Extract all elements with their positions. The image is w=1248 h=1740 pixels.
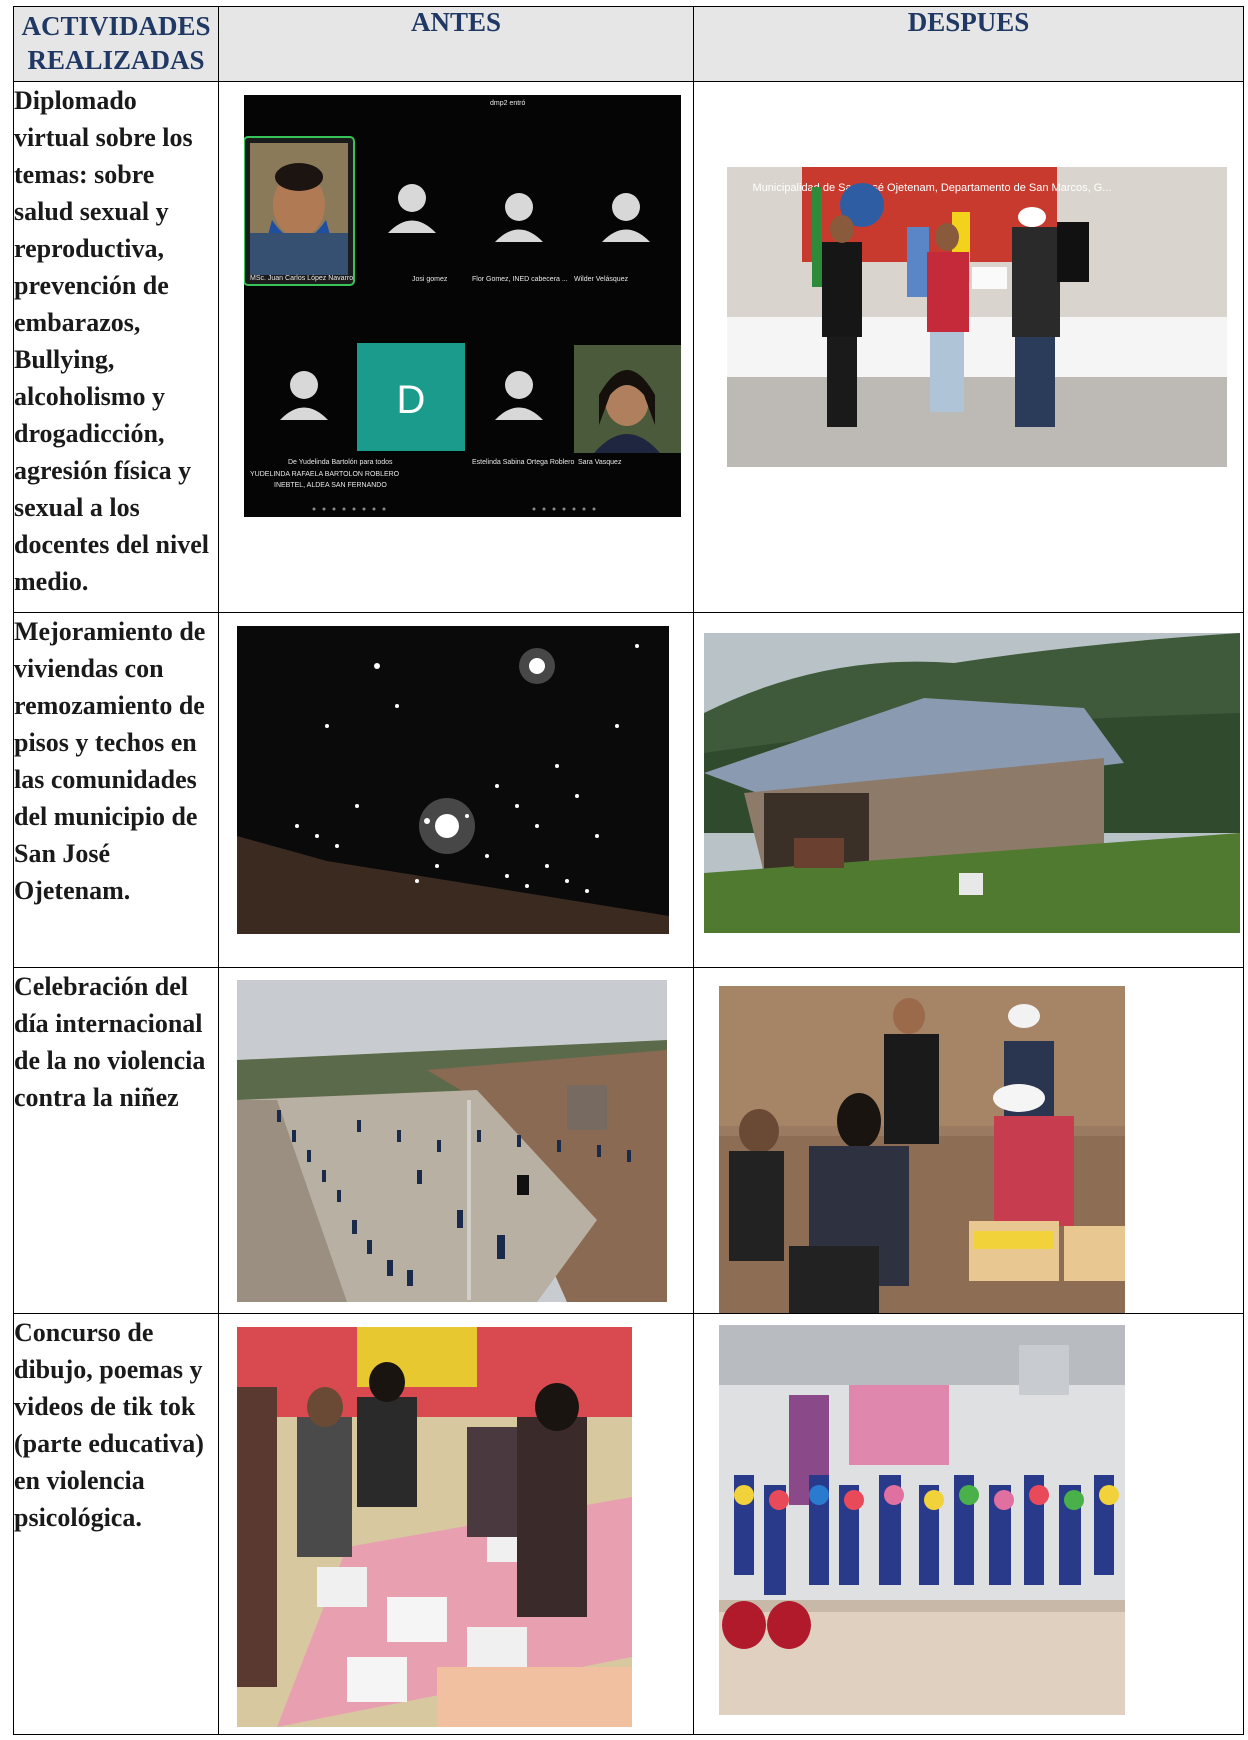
stage-event-photo <box>719 1325 1125 1715</box>
activity-cell: Concurso de dibujo, poemas y videos de t… <box>13 1313 219 1735</box>
drawing-contest-photo <box>237 1327 632 1727</box>
table-row: Celebración del día internacional de la … <box>13 967 1244 1314</box>
after-cell <box>693 1313 1244 1735</box>
participant-label: Flor Gomez, INED cabecera ... <box>472 276 568 283</box>
header-row: ACTIVIDADES REALIZADAS ANTES DESPUES <box>13 6 1244 82</box>
header-before: ANTES <box>218 6 694 82</box>
table-row: Mejoramiento de viviendas con remozamien… <box>13 612 1244 968</box>
banner-text: Municipalidad de San José Ojetenam, Depa… <box>753 182 1112 194</box>
participant-label: Sara Vasquez <box>578 459 622 466</box>
after-cell: Municipalidad de San José Ojetenam, Depa… <box>693 81 1244 613</box>
video-call-screenshot: MSc. Juan Carlos López Navarro Josi gome… <box>244 95 681 517</box>
activity-cell: Mejoramiento de viviendas con remozamien… <box>13 612 219 968</box>
participant-label: Estelinda Sabina Ortega Roblero <box>472 459 574 466</box>
participant-label: MSc. Juan Carlos López Navarro <box>250 275 353 282</box>
table-row: Concurso de dibujo, poemas y videos de t… <box>13 1313 1244 1735</box>
before-cell <box>218 1313 694 1735</box>
chat-message: YUDELINDA RAFAELA BARTOLON ROBLERO <box>250 471 400 478</box>
activity-cell: Diplomado virtual sobre los temas: sobre… <box>13 81 219 613</box>
before-cell: MSc. Juan Carlos López Navarro Josi gome… <box>218 81 694 613</box>
table-row: Diplomado virtual sobre los temas: sobre… <box>13 81 1244 613</box>
participant-label: Wilder Velásquez <box>574 276 629 283</box>
after-cell <box>693 612 1244 968</box>
header-activities: ACTIVIDADES REALIZADAS <box>13 6 219 82</box>
after-cell <box>693 967 1244 1314</box>
damaged-roof-photo <box>237 626 669 934</box>
repaired-house-photo <box>704 633 1240 933</box>
before-cell <box>218 967 694 1314</box>
chat-message: De Yudelinda Bartolón para todos <box>288 459 393 466</box>
activity-cell: Celebración del día internacional de la … <box>13 967 219 1314</box>
join-notice: dmp2 entró <box>490 100 526 107</box>
participant-label: Josi gomez <box>412 276 448 283</box>
before-cell <box>218 612 694 968</box>
gift-delivery-photo <box>719 986 1125 1313</box>
chat-message: INEBTEL, ALDEA SAN FERNANDO <box>274 482 387 489</box>
activities-table: ACTIVIDADES REALIZADAS ANTES DESPUES Dip… <box>13 6 1244 1735</box>
schoolyard-photo <box>237 980 667 1302</box>
avatar-letter: D <box>397 378 426 422</box>
header-after: DESPUES <box>693 6 1244 82</box>
ceremony-photo: Municipalidad de San José Ojetenam, Depa… <box>727 167 1227 467</box>
